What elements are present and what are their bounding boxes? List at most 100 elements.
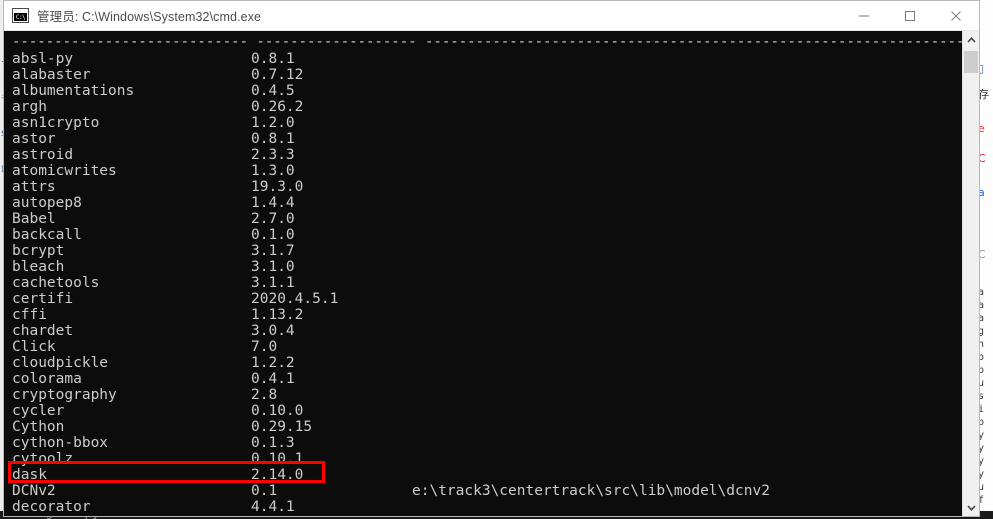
package-version: 0.1.3	[251, 435, 295, 451]
background-right-code-16: u	[978, 482, 985, 493]
package-location: e:\track3\centertrack\src\lib\model\dcnv…	[412, 483, 770, 499]
table-row: astroid 2.3.3	[4, 147, 979, 163]
background-right-text-3: C	[978, 152, 986, 165]
background-right-code-3: a	[978, 313, 985, 324]
package-version: 1.2.2	[251, 355, 295, 371]
table-row: cffi 1.13.2	[4, 307, 979, 323]
package-name: cython-bbox	[12, 435, 109, 451]
table-row: atomicwrites 1.3.0	[4, 163, 979, 179]
package-name: cloudpickle	[12, 355, 109, 371]
table-row: albumentations 0.4.5	[4, 83, 979, 99]
package-version: 3.1.1	[251, 275, 295, 291]
scroll-up-icon[interactable]	[963, 31, 979, 48]
close-icon	[951, 11, 961, 21]
background-right-code-10: i	[978, 404, 985, 415]
background-right-code-15: y	[978, 469, 985, 480]
table-row: dask 2.14.0	[4, 467, 979, 483]
scroll-down-icon[interactable]	[963, 499, 979, 516]
package-version: 1.2.0	[251, 115, 295, 131]
package-name: alabaster	[12, 67, 91, 83]
maximize-icon	[905, 11, 915, 21]
table-row: cryptography 2.8	[4, 387, 979, 403]
cmd-window: 管理员: C:\Windows\System32\cmd.exe ----	[3, 0, 980, 517]
table-row: Click 7.0	[4, 339, 979, 355]
background-right-icon: ▯	[978, 62, 985, 75]
package-version: 0.1	[251, 483, 278, 499]
package-name: decorator	[12, 499, 91, 515]
background-right-code-7: b	[978, 365, 985, 376]
package-name: cffi	[12, 307, 47, 323]
cmd-console-icon	[12, 8, 29, 23]
background-right-code-6: b	[978, 352, 985, 363]
package-name: cytoolz	[12, 451, 74, 467]
package-name: chardet	[12, 323, 74, 339]
background-right-code-11: b	[978, 417, 985, 428]
table-row: argh 0.26.2	[4, 99, 979, 115]
package-version: 3.1.7	[251, 243, 295, 259]
package-name: bleach	[12, 259, 65, 275]
table-row: chardet 3.0.4	[4, 323, 979, 339]
window-controls	[841, 1, 979, 31]
background-right-code-13: y	[978, 443, 985, 454]
table-row: autopep8 1.4.4	[4, 195, 979, 211]
table-row: bcrypt 3.1.7	[4, 243, 979, 259]
package-version: 2.14.0	[251, 467, 304, 483]
package-version: 0.8.1	[251, 131, 295, 147]
package-version: 3.1.0	[251, 259, 295, 275]
package-version: 1.3.0	[251, 163, 295, 179]
table-row: attrs 19.3.0	[4, 179, 979, 195]
package-name: asn1crypto	[12, 115, 100, 131]
package-name: autopep8	[12, 195, 82, 211]
package-version: 0.4.5	[251, 83, 295, 99]
package-name: astroid	[12, 147, 74, 163]
title-bar[interactable]: 管理员: C:\Windows\System32\cmd.exe	[4, 1, 979, 31]
package-version: 1.13.2	[251, 307, 304, 323]
background-right-code-9: s	[978, 391, 985, 402]
console-scrollbar[interactable]	[962, 31, 979, 516]
package-name: cryptography	[12, 387, 117, 403]
package-version: 0.29.15	[251, 419, 313, 435]
package-name: albumentations	[12, 83, 135, 99]
minimize-button[interactable]	[841, 1, 887, 31]
table-row: backcall 0.1.0	[4, 227, 979, 243]
package-version: 7.0	[251, 339, 278, 355]
package-name: astor	[12, 131, 56, 147]
background-right-code-14: y	[978, 456, 985, 467]
table-row: alabaster 0.7.12	[4, 67, 979, 83]
scrollbar-thumb[interactable]	[964, 51, 978, 73]
background-right-text-2: e	[978, 122, 985, 135]
package-version: 2.7.0	[251, 211, 295, 227]
package-name: DCNv2	[12, 483, 56, 499]
table-row: cloudpickle 1.2.2	[4, 355, 979, 371]
package-version: 0.4.1	[251, 371, 295, 387]
package-name: Click	[12, 339, 56, 355]
package-version: 0.8.1	[251, 51, 295, 67]
package-name: colorama	[12, 371, 82, 387]
package-name: backcall	[12, 227, 82, 243]
window-title: 管理员: C:\Windows\System32\cmd.exe	[37, 10, 262, 24]
package-name: certifi	[12, 291, 74, 307]
package-name: Cython	[12, 419, 65, 435]
background-right-text-4: a	[978, 186, 985, 199]
console-output[interactable]: ---------------------------- -----------…	[4, 31, 979, 516]
package-version: 0.1.0	[251, 227, 295, 243]
background-right-code-2: a	[978, 300, 985, 311]
minimize-icon	[859, 15, 869, 17]
table-row: decorator 4.4.1	[4, 499, 979, 515]
package-name: cycler	[12, 403, 65, 419]
table-row-highlighted: cython-bbox 0.1.3	[4, 435, 979, 451]
close-button[interactable]	[933, 1, 979, 31]
package-version: 0.7.12	[251, 67, 304, 83]
background-right-code-1: a	[978, 287, 985, 298]
package-version: 2.3.3	[251, 147, 295, 163]
background-right-code-4: g	[978, 326, 985, 337]
package-name: atomicwrites	[12, 163, 117, 179]
table-row: bleach 3.1.0	[4, 259, 979, 275]
package-version: 2020.4.5.1	[251, 291, 339, 307]
package-version: 0.26.2	[251, 99, 304, 115]
column-rule: ---------------------------- -----------…	[12, 34, 979, 50]
maximize-button[interactable]	[887, 1, 933, 31]
background-right-code-12: y	[978, 430, 985, 441]
background-right-text-1: 存	[978, 88, 989, 101]
package-version: 19.3.0	[251, 179, 304, 195]
